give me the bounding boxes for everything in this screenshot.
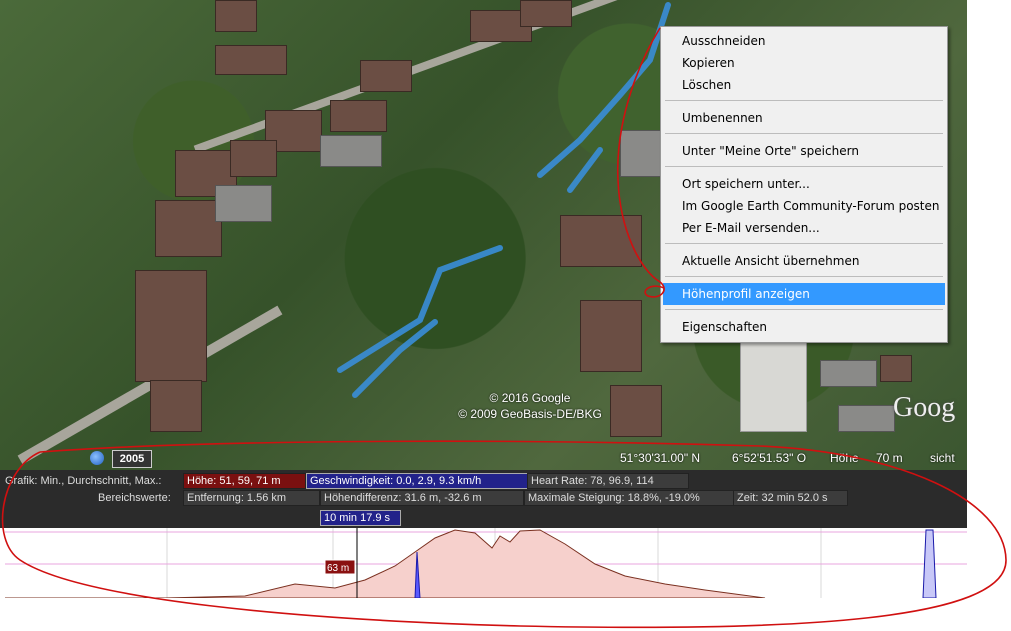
menu-item-email[interactable]: Per E-Mail versenden... bbox=[663, 217, 945, 239]
menu-item-meine-orte-speichern[interactable]: Unter "Meine Orte" speichern bbox=[663, 140, 945, 162]
menu-item-aktuelle-ansicht[interactable]: Aktuelle Ansicht übernehmen bbox=[663, 250, 945, 272]
menu-item-ausschneiden[interactable]: Ausschneiden bbox=[663, 30, 945, 52]
menu-separator bbox=[665, 243, 943, 244]
graph-label: Grafik: Min., Durchschnitt, Max.: bbox=[5, 475, 162, 487]
hoehe-cell[interactable]: Höhe: 51, 59, 71 m bbox=[183, 473, 306, 489]
menu-separator bbox=[665, 133, 943, 134]
hoehendifferenz-cell: Höhendifferenz: 31.6 m, -32.6 m bbox=[320, 490, 524, 506]
range-label: Bereichswerte: bbox=[98, 492, 171, 504]
historical-imagery-year[interactable]: 2005 bbox=[112, 450, 152, 468]
menu-item-community-forum[interactable]: Im Google Earth Community-Forum posten bbox=[663, 195, 945, 217]
geschwindigkeit-cell[interactable]: Geschwindigkeit: 0.0, 2.9, 9.3 km/h bbox=[306, 473, 528, 489]
altitude-label: Höhe bbox=[830, 451, 859, 465]
status-bar: 2005 51°30'31.00" N 6°52'51.53" O Höhe 7… bbox=[0, 448, 967, 470]
menu-separator bbox=[665, 276, 943, 277]
menu-separator bbox=[665, 100, 943, 101]
menu-item-umbenennen[interactable]: Umbenennen bbox=[663, 107, 945, 129]
menu-item-kopieren[interactable]: Kopieren bbox=[663, 52, 945, 74]
visibility-label: sicht bbox=[930, 451, 955, 465]
latitude-readout: 51°30'31.00" N bbox=[620, 451, 701, 465]
elevation-profile-graph[interactable]: 63 m bbox=[5, 528, 967, 598]
copyright-google: © 2016 Google bbox=[489, 391, 571, 405]
menu-item-loeschen[interactable]: Löschen bbox=[663, 74, 945, 96]
zeit-cell: Zeit: 32 min 52.0 s bbox=[733, 490, 848, 506]
menu-item-ort-speichern-unter[interactable]: Ort speichern unter... bbox=[663, 173, 945, 195]
time-marker: 10 min 17.9 s bbox=[320, 510, 401, 526]
menu-item-hoehenprofil[interactable]: Höhenprofil anzeigen bbox=[663, 283, 945, 305]
entfernung-cell: Entfernung: 1.56 km bbox=[183, 490, 320, 506]
profile-chart: 63 m bbox=[5, 528, 967, 598]
steigung-cell: Maximale Steigung: 18.8%, -19.0% bbox=[524, 490, 734, 506]
heart-rate-cell[interactable]: Heart Rate: 78, 96.9, 114 bbox=[527, 473, 689, 489]
menu-item-eigenschaften[interactable]: Eigenschaften bbox=[663, 316, 945, 338]
globe-icon[interactable] bbox=[90, 451, 104, 465]
elevation-profile-panel: Grafik: Min., Durchschnitt, Max.: Höhe: … bbox=[0, 470, 967, 528]
menu-separator bbox=[665, 166, 943, 167]
altitude-value: 70 m bbox=[876, 451, 903, 465]
context-menu: Ausschneiden Kopieren Löschen Umbenennen… bbox=[660, 26, 948, 343]
longitude-readout: 6°52'51.53" O bbox=[732, 451, 807, 465]
elevation-marker-label: 63 m bbox=[327, 563, 349, 574]
copyright-geobasis: © 2009 GeoBasis-DE/BKG bbox=[458, 407, 602, 421]
google-logo: Goog bbox=[893, 392, 956, 423]
menu-separator bbox=[665, 309, 943, 310]
